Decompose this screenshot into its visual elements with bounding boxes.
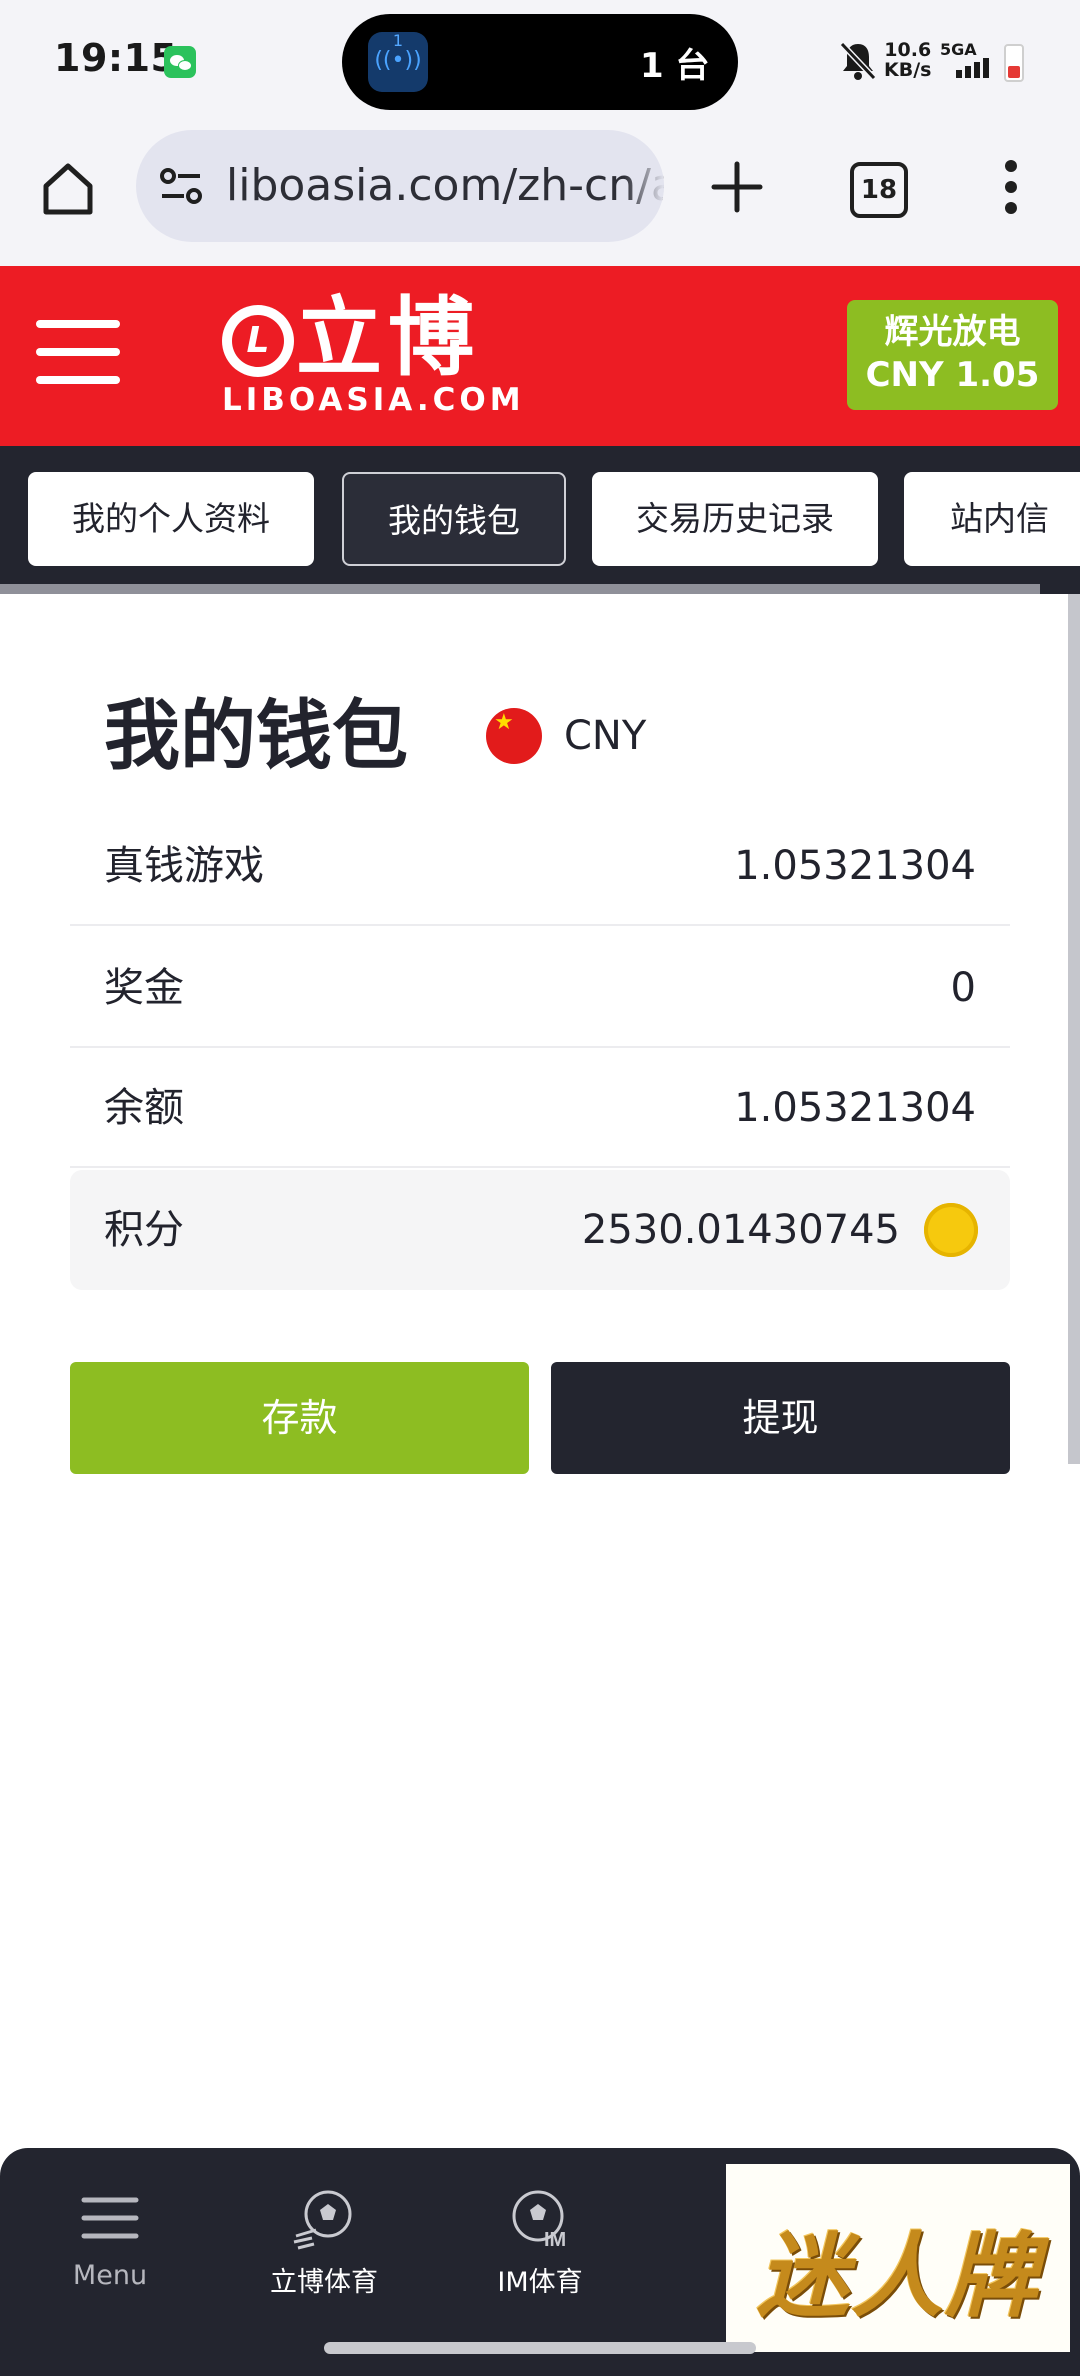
- svg-text:IM: IM: [544, 2229, 566, 2250]
- nav-label: 立博体育: [270, 2267, 378, 2298]
- site-logo-en[interactable]: LIBOASIA.COM: [222, 382, 525, 418]
- nav-label: IM体育: [497, 2267, 583, 2298]
- tab-wallet[interactable]: 我的钱包: [342, 472, 566, 566]
- menu-icon: [81, 2197, 139, 2239]
- bell-muted-icon: [839, 41, 877, 81]
- coin-icon: [924, 1203, 978, 1257]
- tab-messages[interactable]: 站内信: [904, 472, 1080, 566]
- china-flag-icon: [486, 708, 542, 764]
- watermark: 迷人牌: [726, 2164, 1070, 2352]
- tab-transaction-history[interactable]: 交易历史记录: [592, 472, 878, 566]
- home-indicator[interactable]: [324, 2342, 756, 2354]
- row-label: 奖金: [104, 965, 184, 1011]
- tab-profile[interactable]: 我的个人资料: [28, 472, 314, 566]
- row-value: 1.05321304: [734, 843, 976, 889]
- new-tab-icon[interactable]: [706, 156, 768, 218]
- site-settings-icon[interactable]: [158, 164, 204, 208]
- row-value: 0: [950, 965, 976, 1011]
- tab-scrollbar[interactable]: [0, 584, 1040, 594]
- row-label: 真钱游戏: [104, 843, 264, 889]
- nav-item-libo-sports[interactable]: 立博体育: [224, 2180, 424, 2320]
- balance-username: 辉光放电: [884, 312, 1021, 352]
- network-speed: 10.6 KB/s: [884, 40, 931, 80]
- network-speed-unit: KB/s: [884, 59, 932, 81]
- wallet-row-bonus: 奖金 0: [70, 928, 1010, 1048]
- watermark-text: 迷人牌: [756, 2222, 1039, 2330]
- url-text[interactable]: liboasia.com/zh-cn/a: [226, 160, 664, 211]
- address-bar[interactable]: liboasia.com/zh-cn/a: [136, 130, 664, 242]
- withdraw-button[interactable]: 提现: [551, 1362, 1010, 1474]
- soccer-ball-icon: [293, 2190, 352, 2250]
- signal-icon: 5GA: [940, 40, 998, 82]
- site-logo-cn[interactable]: 立博: [296, 290, 480, 386]
- header-balance-button[interactable]: 辉光放电 CNY 1.05: [847, 300, 1058, 410]
- more-menu-icon[interactable]: [998, 160, 1024, 220]
- wallet-row-points: 积分 2530.01430745: [70, 1170, 1010, 1290]
- deposit-button[interactable]: 存款: [70, 1362, 529, 1474]
- status-time: 19:15: [54, 36, 178, 80]
- row-value: 1.05321304: [734, 1085, 976, 1131]
- account-tabs: 我的个人资料 我的钱包 交易历史记录 站内信: [0, 446, 1080, 594]
- im-sports-icon: IM: [512, 2190, 566, 2250]
- row-value: 2530.01430745: [581, 1207, 900, 1253]
- page-scrollbar[interactable]: [1068, 594, 1080, 1464]
- balance-amount: CNY 1.05: [865, 355, 1040, 395]
- nav-item-im-sports[interactable]: IM IM体育: [440, 2180, 640, 2320]
- home-icon[interactable]: [38, 158, 98, 218]
- tab-switcher-button[interactable]: 18: [850, 162, 908, 218]
- broadcast-app-icon: 1 ((•)): [368, 32, 428, 92]
- battery-icon: [1004, 44, 1024, 82]
- nav-label: Menu: [72, 2260, 148, 2291]
- hamburger-menu-icon[interactable]: [36, 320, 120, 388]
- island-text: 1 台: [640, 46, 710, 86]
- network-type: 5GA: [940, 40, 977, 59]
- nav-item-menu[interactable]: Menu: [10, 2180, 210, 2320]
- signal-bars: [956, 58, 992, 78]
- row-label: 余额: [104, 1085, 184, 1131]
- currency-code: CNY: [564, 713, 647, 759]
- wallet-row-real-money: 真钱游戏 1.05321304: [70, 806, 1010, 926]
- page-title: 我的钱包: [104, 691, 408, 780]
- network-speed-value: 10.6: [884, 39, 932, 61]
- wechat-notification-icon: [164, 46, 196, 78]
- row-label: 积分: [104, 1207, 184, 1253]
- wallet-row-balance: 余额 1.05321304: [70, 1048, 1010, 1168]
- logo-chip-icon[interactable]: L: [222, 305, 294, 377]
